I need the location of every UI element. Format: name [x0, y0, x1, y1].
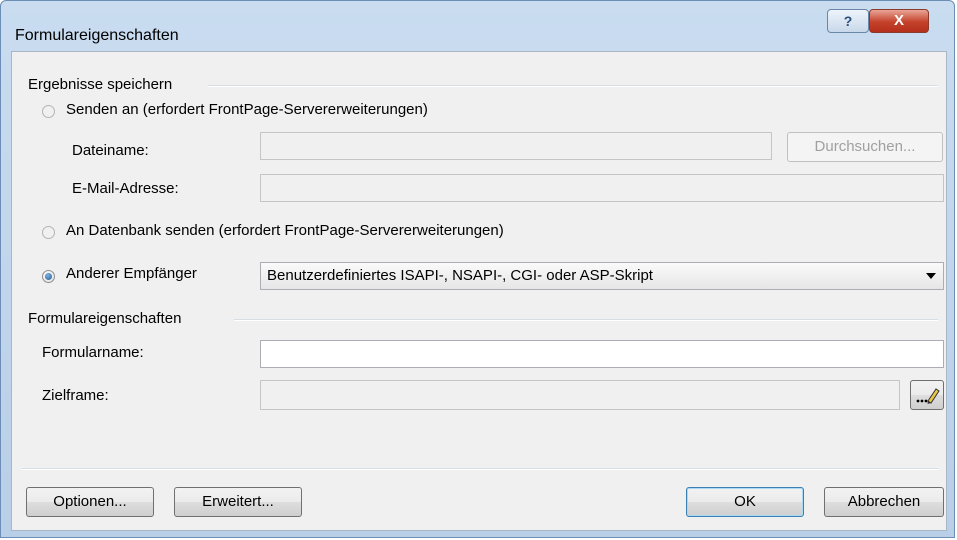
- other-recipient-label: Anderer Empfänger: [66, 265, 197, 282]
- advanced-button[interactable]: Erweitert...: [174, 487, 302, 517]
- form-properties-group-divider: [234, 319, 938, 321]
- footer-divider: [22, 468, 938, 470]
- database-radio[interactable]: [42, 226, 55, 239]
- save-results-group-label: Ergebnisse speichern: [28, 76, 173, 93]
- email-input[interactable]: [260, 174, 944, 202]
- options-button[interactable]: Optionen...: [26, 487, 154, 517]
- ok-button[interactable]: OK: [686, 487, 804, 517]
- other-recipient-radio[interactable]: [42, 270, 55, 283]
- other-recipient-select-value: Benutzerdefiniertes ISAPI-, NSAPI-, CGI-…: [267, 267, 653, 284]
- filename-input[interactable]: [260, 132, 772, 160]
- send-to-label: Senden an (erfordert FrontPage-Servererw…: [66, 101, 428, 118]
- form-properties-group-label: Formulareigenschaften: [28, 310, 182, 327]
- send-to-radio[interactable]: [42, 105, 55, 118]
- target-frame-input[interactable]: [260, 380, 900, 410]
- save-results-group-divider: [208, 85, 938, 87]
- filename-label: Dateiname:: [72, 142, 149, 159]
- email-label: E-Mail-Adresse:: [72, 180, 179, 197]
- target-frame-label: Zielframe:: [42, 387, 109, 404]
- pencil-icon: [916, 388, 940, 404]
- database-label: An Datenbank senden (erfordert FrontPage…: [66, 222, 504, 239]
- cancel-button[interactable]: Abbrechen: [824, 487, 944, 517]
- help-button[interactable]: ?: [827, 9, 869, 33]
- other-recipient-select[interactable]: Benutzerdefiniertes ISAPI-, NSAPI-, CGI-…: [260, 262, 944, 290]
- dialog-content: Ergebnisse speichern Senden an (erforder…: [11, 51, 947, 531]
- chevron-down-icon: [926, 273, 936, 279]
- browse-button[interactable]: Durchsuchen...: [787, 132, 943, 162]
- dialog-title: Formulareigenschaften: [15, 27, 179, 44]
- title-bar[interactable]: Formulareigenschaften ? X: [1, 1, 954, 49]
- form-name-input[interactable]: [260, 340, 944, 368]
- dialog-window: Formulareigenschaften ? X Ergebnisse spe…: [0, 0, 955, 538]
- form-name-label: Formularname:: [42, 344, 144, 361]
- close-button[interactable]: X: [869, 9, 929, 33]
- target-frame-button[interactable]: [910, 380, 944, 410]
